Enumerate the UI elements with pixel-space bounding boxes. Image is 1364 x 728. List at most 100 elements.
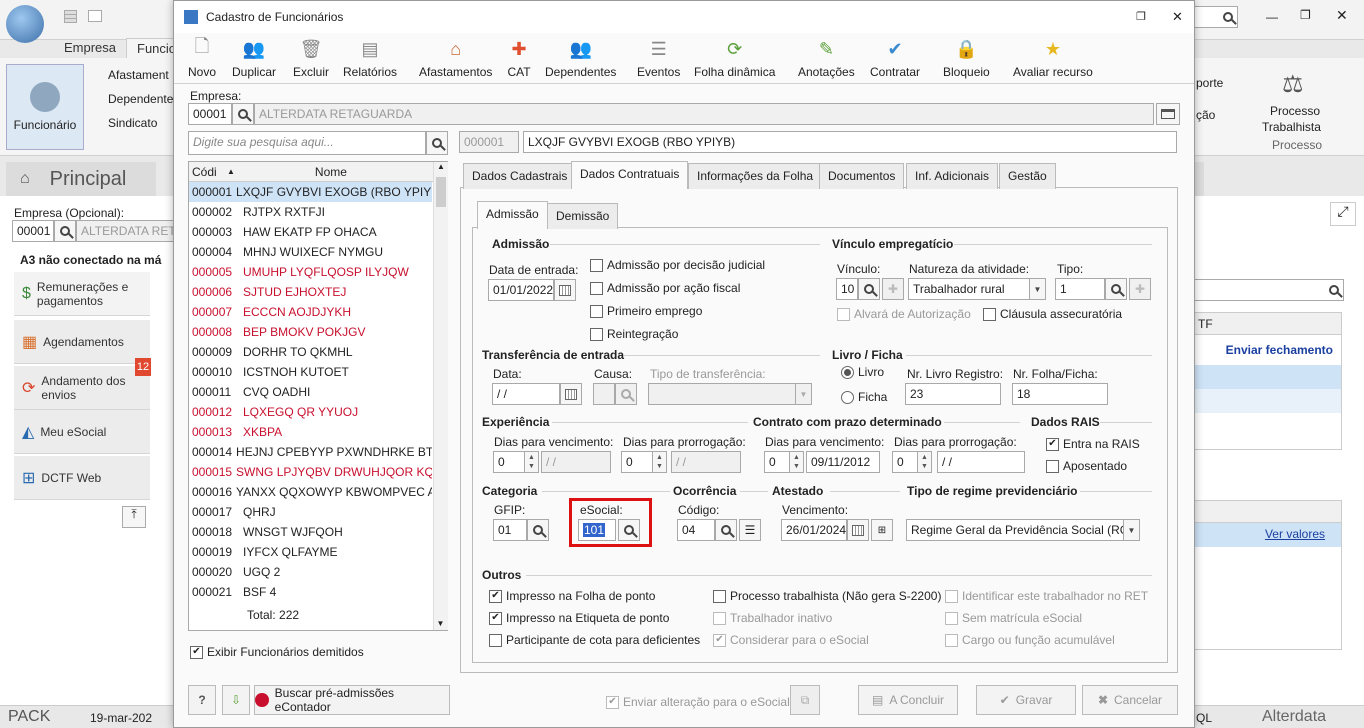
ribbon-afastamentos[interactable]: Afastament — [108, 68, 169, 82]
nr-folha-input[interactable]: 18 — [1012, 383, 1108, 405]
esocial-search-button[interactable] — [618, 519, 640, 541]
collapse-button[interactable]: ⤒ — [122, 506, 146, 528]
anotacoes-button[interactable]: ✎ Anotações — [798, 37, 855, 80]
primeiro-emprego-checkbox[interactable]: Primeiro emprego — [590, 304, 702, 318]
top-search-input[interactable] — [1194, 6, 1238, 28]
bg-empresa-search-button[interactable] — [54, 220, 76, 242]
grid-row-selected[interactable] — [1195, 365, 1341, 389]
subtab-admissao[interactable]: Admissão — [477, 201, 548, 229]
nav-meu-esocial[interactable]: ◭ Meu eSocial — [14, 410, 150, 454]
impresso-folha-checkbox[interactable]: ✔ Impresso na Folha de ponto — [489, 589, 655, 603]
tab-empresa[interactable]: Empresa — [54, 38, 126, 58]
tipo-search-button[interactable] — [1105, 278, 1127, 300]
ocorrencia-codigo-input[interactable]: 04 — [677, 519, 715, 541]
gravar-button[interactable]: ✔ Gravar — [976, 685, 1076, 715]
decisao-judicial-checkbox[interactable]: Admissão por decisão judicial — [590, 258, 765, 272]
empresa-search-button[interactable] — [232, 103, 254, 125]
exp-venc-input[interactable]: 0 — [493, 451, 525, 473]
employee-search-button[interactable] — [426, 131, 448, 155]
scroll-thumb[interactable] — [436, 177, 446, 207]
table-row[interactable]: 000011 CVQ OADHI — [189, 382, 432, 402]
cancelar-button[interactable]: ✖ Cancelar — [1082, 685, 1178, 715]
grid-row[interactable] — [1195, 389, 1341, 413]
bloqueio-button[interactable]: 🔒 Bloqueio — [943, 37, 990, 80]
data-entrada-input[interactable]: 01/01/2022 — [488, 279, 554, 301]
enviar-alteracao-checkbox[interactable]: ✔ Enviar alteração para o eSocial — [606, 695, 790, 709]
transf-data-input[interactable]: / / — [492, 383, 560, 405]
table-row[interactable]: 000015 SWNG LPJYQBV DRWUHJQOR KQI Y — [189, 462, 432, 482]
nav-remuneracoes[interactable]: $ Remunerações e pagamentos — [14, 272, 150, 316]
clausula-checkbox[interactable]: Cláusula assecuratória — [983, 307, 1122, 321]
table-row[interactable]: 000020 UGQ 2 — [189, 562, 432, 582]
table-row[interactable]: 000019 IYFCX QLFAYME — [189, 542, 432, 562]
table-row[interactable]: 000012 LQXEGQ QR YYUOJ — [189, 402, 432, 422]
gfip-search-button[interactable] — [527, 519, 549, 541]
cargo-acumulavel-checkbox[interactable]: Cargo ou função acumulável — [945, 633, 1115, 647]
restore-icon[interactable]: ❐ — [1136, 10, 1146, 23]
table-row[interactable]: 000008 BEP BMOKV POKJGV — [189, 322, 432, 342]
transf-calendar-button[interactable] — [560, 383, 582, 405]
list-scrollbar[interactable]: ▲ ▼ — [433, 162, 448, 630]
restore-icon[interactable]: ❐ — [1300, 8, 1311, 22]
column-name[interactable]: Nome — [235, 165, 347, 179]
regime-select[interactable]: Regime Geral da Previdência Social (RGP — [906, 519, 1124, 541]
cota-deficientes-checkbox[interactable]: Participante de cota para deficientes — [489, 633, 700, 647]
table-row[interactable]: 000003 HAW EKATP FP OHACA — [189, 222, 432, 242]
nr-livro-input[interactable]: 23 — [905, 383, 1001, 405]
close-icon[interactable]: ✕ — [1172, 9, 1183, 25]
table-row[interactable]: 000021 BSF 4 — [189, 582, 432, 602]
enviar-fechamento-link[interactable]: Enviar fechamento — [1195, 335, 1341, 365]
vinculo-search-button[interactable] — [858, 278, 880, 300]
livro-radio[interactable]: Livro — [841, 365, 884, 379]
exp-venc-stepper[interactable]: ▲ ▼ — [525, 451, 539, 473]
tab-documentos[interactable]: Documentos — [819, 163, 905, 189]
tab-secondary[interactable] — [1194, 162, 1204, 196]
ocorrencia-list-button[interactable]: ☰ — [739, 519, 761, 541]
atestado-add-button[interactable]: ⊞ — [871, 519, 893, 541]
ribbon-processo[interactable]: Processo — [1270, 104, 1320, 118]
atestado-venc-input[interactable]: 26/01/2024 — [781, 519, 847, 541]
table-row[interactable]: 000010 ICSTNOH KUTOET — [189, 362, 432, 382]
tab-principal[interactable]: ⌂ Principal — [6, 162, 156, 196]
chevron-down-icon[interactable]: ▼ — [1030, 278, 1046, 300]
table-row[interactable]: 000013 XKBPA — [189, 422, 432, 442]
ficha-radio[interactable]: Ficha — [841, 390, 887, 404]
exp-prorr-stepper[interactable]: ▲ ▼ — [653, 451, 667, 473]
tab-gestao[interactable]: Gestão — [999, 163, 1056, 189]
ribbon-sindicato[interactable]: Sindicato — [108, 116, 157, 130]
table-row[interactable]: 000004 MHNJ WUIXECF NYMGU — [189, 242, 432, 262]
bg-empresa-code[interactable]: 00001 — [12, 220, 54, 242]
employee-search-input[interactable]: Digite sua pesquisa aqui... — [188, 131, 426, 155]
table-row[interactable]: 000007 ECCCN AOJDJYKH — [189, 302, 432, 322]
folha-dinamica-button[interactable]: ⟳ Folha dinâmica — [694, 37, 775, 80]
duplicar-button[interactable]: 👥 Duplicar — [232, 37, 276, 80]
tipo-add-button[interactable]: ✚ — [1129, 278, 1151, 300]
tab-dados-cadastrais[interactable]: Dados Cadastrais — [463, 163, 577, 189]
empresa-code-input[interactable]: 00001 — [188, 103, 232, 125]
app-logo-icon[interactable] — [6, 5, 44, 43]
contrato-venc-input[interactable]: 0 — [764, 451, 790, 473]
copy-button[interactable]: ⧉ — [790, 685, 820, 715]
identificar-ret-checkbox[interactable]: Identificar este trabalhador no RET — [945, 589, 1148, 603]
empresa-panel-button[interactable] — [1156, 103, 1180, 125]
esocial-categoria-input[interactable]: 101 — [578, 519, 616, 541]
processo-trabalhista-checkbox[interactable]: Processo trabalhista (Não gera S-2200) — [713, 589, 941, 603]
nav-andamento[interactable]: ⟳ Andamento dos envios — [14, 366, 150, 410]
minimize-icon[interactable]: — — [1266, 10, 1278, 24]
ribbon-trabalhista[interactable]: Trabalhista — [1262, 120, 1321, 134]
tab-informacoes-folha[interactable]: Informações da Folha — [688, 163, 823, 189]
table-row[interactable]: 000018 WNSGT WJFQOH — [189, 522, 432, 542]
nav-agendamentos[interactable]: ▦ Agendamentos — [14, 320, 150, 364]
trabalhador-inativo-checkbox[interactable]: Trabalhador inativo — [713, 611, 832, 625]
exp-prorr-input[interactable]: 0 — [621, 451, 653, 473]
expand-icon[interactable]: ⤢ — [1330, 202, 1356, 226]
contratar-button[interactable]: ✔ Contratar — [870, 37, 920, 80]
contrato-venc-stepper[interactable]: ▲ ▼ — [790, 451, 804, 473]
grid-icon[interactable] — [64, 10, 77, 23]
aposentado-checkbox[interactable]: Aposentado — [1046, 459, 1127, 473]
emp-name-field[interactable]: LXQJF GVYBVI EXOGB (RBO YPIYB) — [523, 131, 1177, 153]
afastamentos-button[interactable]: ⌂ Afastamentos — [419, 37, 492, 80]
contrato-prorr-stepper[interactable]: ▲ ▼ — [918, 451, 932, 473]
tab-inf-adicionais[interactable]: Inf. Adicionais — [906, 163, 999, 189]
contrato-prorr-input[interactable]: 0 — [892, 451, 918, 473]
